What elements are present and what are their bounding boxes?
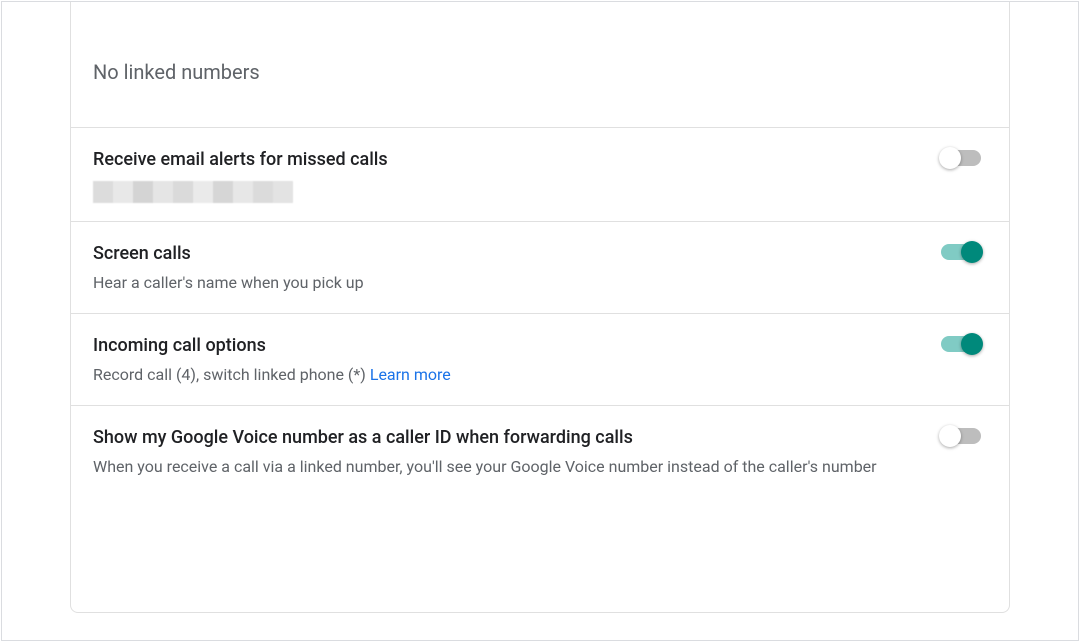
caller-id-desc: When you receive a call via a linked num… — [93, 455, 901, 479]
incoming-options-section: Incoming call options Record call (4), s… — [71, 313, 1009, 405]
caller-id-toggle[interactable] — [941, 428, 981, 444]
email-alerts-redacted-email — [93, 181, 293, 203]
caller-id-section: Show my Google Voice number as a caller … — [71, 405, 1009, 509]
settings-card: No linked numbers Receive email alerts f… — [70, 2, 1010, 613]
linked-numbers-section: No linked numbers — [71, 2, 1009, 127]
incoming-options-title: Incoming call options — [93, 332, 901, 359]
screen-calls-section: Screen calls Hear a caller's name when y… — [71, 221, 1009, 313]
email-alerts-toggle[interactable] — [941, 150, 981, 166]
screen-calls-desc: Hear a caller's name when you pick up — [93, 271, 901, 295]
email-alerts-text: Receive email alerts for missed calls — [93, 146, 941, 203]
incoming-options-desc-text: Record call (4), switch linked phone (*) — [93, 365, 370, 384]
content-frame: No linked numbers Receive email alerts f… — [1, 1, 1079, 641]
toggle-thumb — [961, 333, 983, 355]
linked-numbers-text: No linked numbers — [93, 57, 987, 87]
incoming-options-text: Incoming call options Record call (4), s… — [93, 332, 941, 387]
toggle-thumb — [961, 241, 983, 263]
screen-calls-text: Screen calls Hear a caller's name when y… — [93, 240, 941, 295]
screen-calls-title: Screen calls — [93, 240, 901, 267]
email-alerts-title: Receive email alerts for missed calls — [93, 146, 901, 173]
caller-id-title: Show my Google Voice number as a caller … — [93, 424, 901, 451]
linked-numbers-title: No linked numbers — [93, 57, 947, 87]
caller-id-text: Show my Google Voice number as a caller … — [93, 424, 941, 479]
toggle-thumb — [939, 147, 961, 169]
incoming-options-toggle[interactable] — [941, 336, 981, 352]
incoming-options-desc: Record call (4), switch linked phone (*)… — [93, 363, 901, 387]
incoming-options-learn-more-link[interactable]: Learn more — [370, 365, 451, 384]
screen-calls-toggle[interactable] — [941, 244, 981, 260]
email-alerts-section: Receive email alerts for missed calls — [71, 127, 1009, 221]
toggle-thumb — [939, 425, 961, 447]
